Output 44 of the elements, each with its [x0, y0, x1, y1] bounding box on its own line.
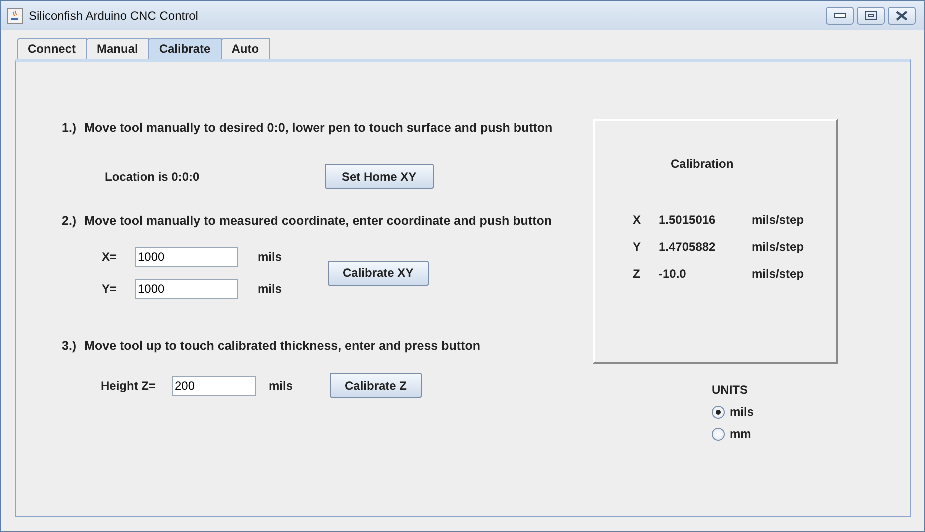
tab[interactable]: Connect — [17, 38, 87, 59]
calibration-value: -10.0 — [659, 267, 688, 281]
unit-label: mils/step — [752, 213, 806, 227]
axis-label: X — [633, 213, 642, 227]
minimize-button[interactable] — [826, 6, 854, 24]
field-label: X= — [102, 250, 118, 264]
close-icon — [896, 10, 908, 20]
set-home-button[interactable]: Set Home XY — [325, 164, 434, 189]
radio-label: mils — [730, 405, 754, 419]
unit-label: mils — [269, 378, 294, 392]
maximize-icon — [865, 10, 877, 20]
radio-button[interactable] — [712, 406, 725, 418]
close-button[interactable] — [888, 6, 916, 24]
calibration-title: Calibration — [671, 157, 735, 171]
calibrate-xy-button[interactable]: Calibrate XY — [328, 260, 429, 286]
calibration-value: 1.5015016 — [659, 213, 717, 227]
calibrate-z-button[interactable]: Calibrate Z — [330, 373, 422, 398]
units-label: UNITS — [712, 383, 749, 397]
calibration-value: 1.4705882 — [659, 240, 717, 254]
minimize-icon — [834, 12, 846, 18]
unit-label: mils/step — [752, 240, 806, 254]
field-label: Height Z= — [101, 378, 158, 392]
step-number: 2.) — [62, 214, 77, 228]
step-number: 3.) — [62, 339, 77, 353]
input-field[interactable]: 200 — [172, 376, 256, 396]
radio-label: mm — [730, 427, 752, 441]
unit-label: mils/step — [752, 267, 806, 281]
axis-label: Z — [633, 267, 642, 281]
step-instruction: Move tool manually to desired 0:0, lower pen to touch surface and push button — [84, 121, 553, 135]
window-title: Siliconfish Arduino CNC Control — [29, 8, 200, 22]
unit-label: mils — [258, 250, 284, 264]
field-label: Y= — [102, 282, 118, 296]
maximize-button[interactable] — [857, 6, 885, 24]
input-field[interactable]: 1000 — [135, 279, 238, 299]
tab[interactable]: Calibrate — [148, 38, 222, 59]
tab[interactable]: Auto — [220, 38, 270, 59]
unit-label: mils — [258, 282, 284, 296]
step-instruction: Move tool manually to measured coordinate, enter coordinate and push button — [84, 214, 552, 228]
radio-button[interactable] — [712, 428, 725, 440]
input-field[interactable]: 1000 — [135, 247, 238, 267]
step-instruction: Move tool up to touch calibrated thickness, enter and press button — [84, 339, 480, 353]
step-number: 1.) — [62, 121, 77, 135]
axis-label: Y — [633, 240, 642, 254]
location-label: Location is 0:0:0 — [105, 170, 201, 184]
